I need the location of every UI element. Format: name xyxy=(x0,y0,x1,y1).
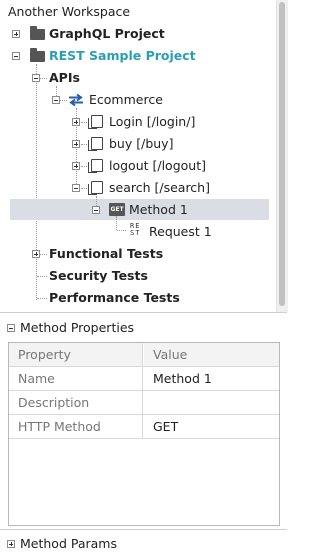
resource-icon xyxy=(88,181,103,195)
value-cell[interactable]: GET xyxy=(144,415,279,438)
method-properties-table: Property Value Name Method 1 Description… xyxy=(8,342,280,526)
expand-logout-icon[interactable] xyxy=(72,162,80,170)
tree-item-search[interactable]: search [/search] xyxy=(109,178,210,198)
tree-connector-line xyxy=(81,166,87,167)
scrollbar-thumb[interactable] xyxy=(279,2,285,306)
tree-connector-line xyxy=(117,230,126,231)
collapse-method-properties-icon[interactable] xyxy=(7,324,15,332)
rest-request-icon: RE ST xyxy=(130,223,144,237)
expand-graphql-project-icon[interactable] xyxy=(12,30,20,38)
resource-icon xyxy=(88,115,103,129)
method-properties-header[interactable]: Method Properties xyxy=(0,315,287,341)
tree-item-ecommerce[interactable]: Ecommerce xyxy=(89,90,163,110)
panel-divider xyxy=(0,529,287,530)
tree-connector-line xyxy=(81,144,87,145)
tree-item-apis[interactable]: APIs xyxy=(49,68,80,88)
rest-icon-bottom: ST xyxy=(130,229,141,237)
tree-item-logout[interactable]: logout [/logout] xyxy=(109,156,206,176)
tree-item-functional-tests[interactable]: Functional Tests xyxy=(49,244,163,264)
table-row[interactable]: HTTP Method GET xyxy=(9,415,279,439)
tree-item-login[interactable]: Login [/login/] xyxy=(109,112,195,132)
expand-method-params-icon[interactable] xyxy=(7,540,15,548)
tree-connector-line xyxy=(81,188,87,189)
tree-item-graphql-project[interactable]: GraphQL Project xyxy=(49,24,165,44)
column-header-value[interactable]: Value xyxy=(144,343,279,366)
value-cell[interactable]: Method 1 xyxy=(144,367,279,390)
column-header-property[interactable]: Property xyxy=(9,343,143,366)
collapse-rest-project-icon[interactable] xyxy=(12,52,20,60)
tree-item-security-tests[interactable]: Security Tests xyxy=(49,266,148,286)
table-row[interactable]: Description xyxy=(9,391,279,415)
property-name-cell: HTTP Method xyxy=(9,415,143,438)
tree-connector-line xyxy=(116,216,117,230)
expand-functional-tests-icon[interactable] xyxy=(32,250,40,258)
resource-icon xyxy=(88,159,103,173)
project-folder-icon xyxy=(30,26,45,40)
tree-item-request-1[interactable]: Request 1 xyxy=(149,222,212,242)
tree-connector-line xyxy=(37,298,47,299)
workspace-label[interactable]: Another Workspace xyxy=(8,2,130,22)
panel-divider[interactable] xyxy=(0,312,287,313)
collapse-apis-icon[interactable] xyxy=(32,74,40,82)
tree-scrollbar[interactable] xyxy=(276,0,288,312)
method-params-title: Method Params xyxy=(20,536,117,551)
tree-connector-line xyxy=(37,276,47,277)
table-row[interactable]: Name Method 1 xyxy=(9,367,279,391)
collapse-method-icon[interactable] xyxy=(92,206,100,214)
tree-item-rest-sample-project[interactable]: REST Sample Project xyxy=(49,46,196,66)
navigator-tree: Another Workspace GraphQL Project REST S… xyxy=(0,0,276,312)
get-method-icon: GET xyxy=(109,203,125,216)
tree-connector-line xyxy=(96,196,97,206)
tree-item-performance-tests[interactable]: Performance Tests xyxy=(49,288,180,308)
method-properties-title: Method Properties xyxy=(20,320,135,335)
value-cell[interactable] xyxy=(144,391,279,414)
tree-item-buy[interactable]: buy [/buy] xyxy=(109,134,173,154)
collapse-ecommerce-icon[interactable] xyxy=(52,96,60,104)
property-name-cell: Description xyxy=(9,391,143,414)
expand-buy-icon[interactable] xyxy=(72,140,80,148)
expand-login-icon[interactable] xyxy=(72,118,80,126)
method-params-header[interactable]: Method Params xyxy=(0,531,287,557)
resource-icon xyxy=(88,137,103,151)
table-header-row: Property Value xyxy=(9,343,279,367)
tree-item-method-1[interactable]: Method 1 xyxy=(129,200,188,220)
rest-service-arrows-icon xyxy=(69,94,83,106)
project-folder-icon xyxy=(30,48,45,62)
tree-connector-line xyxy=(36,64,37,300)
collapse-search-icon[interactable] xyxy=(72,184,80,192)
tree-connector-line xyxy=(81,122,87,123)
property-name-cell: Name xyxy=(9,367,143,390)
